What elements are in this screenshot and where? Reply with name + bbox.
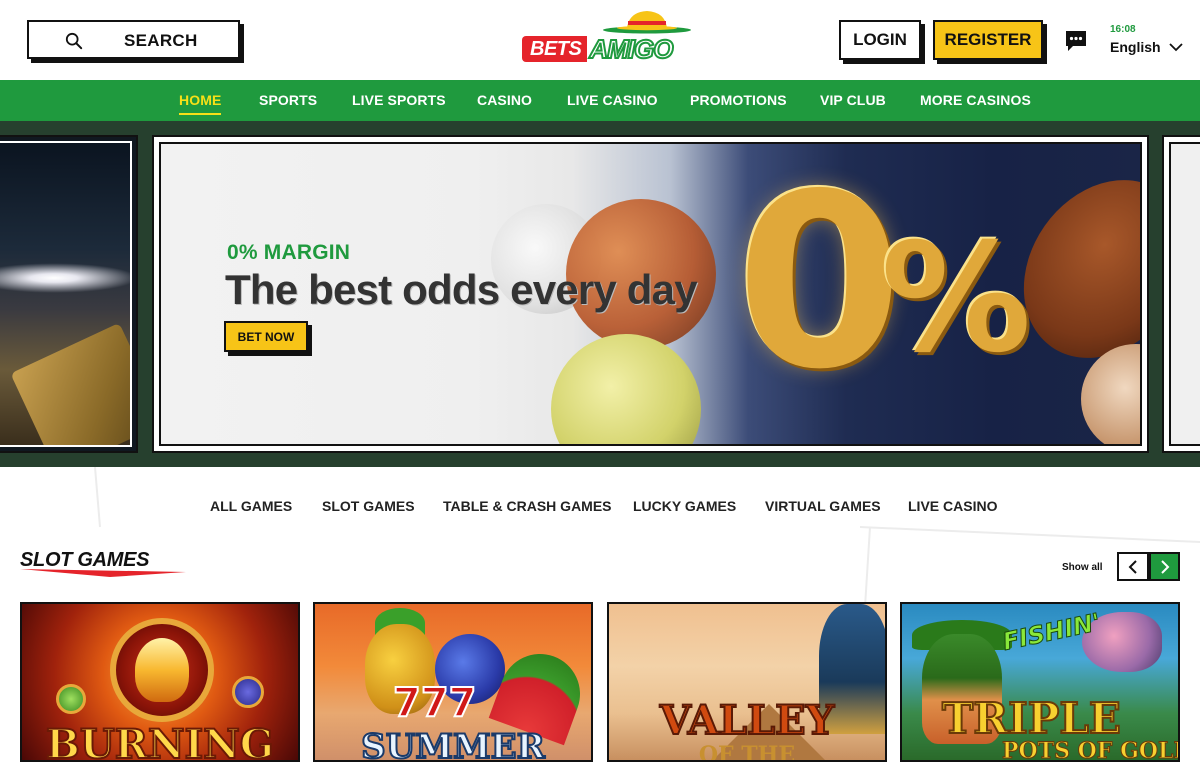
percent-graphic: % [881,212,1032,386]
next-slide-image [1169,142,1200,446]
logo-amigo: AMIGO [588,34,674,64]
login-button[interactable]: LOGIN [839,20,921,60]
stadium-image [0,141,132,447]
bet-now-button[interactable]: BET NOW [224,321,308,352]
clock-time: 16:08 [1110,24,1136,35]
nav-item-sports[interactable]: SPORTS [259,92,317,108]
game-card-valley[interactable]: VALLEY OF THE [607,602,887,762]
site-header: SEARCH BETS AMIGO LOGIN REGISTER 16:08 E… [0,0,1200,80]
nav-item-home[interactable]: HOME [179,92,222,115]
nav-item-vip-club[interactable]: VIP CLUB [820,92,886,108]
register-button[interactable]: REGISTER [933,20,1043,60]
sevens-badge: 777 [392,679,477,727]
language-selector[interactable]: English [1110,39,1183,55]
search-label: SEARCH [124,31,198,50]
blue-gem-image [232,676,264,708]
game-subtitle: POTS OF GOLD [1002,738,1180,762]
chevron-left-icon [1128,559,1137,574]
tab-all-games[interactable]: ALL GAMES [210,498,292,514]
flame-icon [135,638,189,702]
golden-ticket-image [10,322,130,445]
promo-kicker: 0% MARGIN [227,241,351,264]
carousel-prev-button[interactable] [1117,552,1149,581]
chevron-right-icon [1160,559,1169,574]
stadium-lights [0,263,130,293]
logo-bets: BETS [522,36,588,62]
tennis-ball-image [551,334,701,444]
nav-item-live-casino[interactable]: LIVE CASINO [567,92,658,108]
tab-table-crash-games[interactable]: TABLE & CRASH GAMES [443,498,612,514]
game-title: TRIPLE [941,694,1122,743]
game-card-summer[interactable]: 777 SUMMER [313,602,593,762]
game-subtitle: OF THE [698,742,796,762]
hero-carousel: 0 % 0% MARGIN The best odds every day BE… [0,121,1200,467]
promo-headline: The best odds every day [225,266,698,313]
tab-virtual-games[interactable]: VIRTUAL GAMES [765,498,881,514]
chat-icon[interactable] [1064,29,1088,53]
chevron-down-icon [1168,43,1183,52]
game-title: VALLEY [659,697,835,745]
game-category-tabs: ALL GAMES SLOT GAMES TABLE & CRASH GAMES… [0,467,1200,547]
site-logo[interactable]: BETS AMIGO [522,8,692,64]
zero-graphic: 0 [736,142,903,422]
game-card-burning[interactable]: BURNING [20,602,300,762]
baseball-image [1081,344,1140,444]
promo-banner: 0 % 0% MARGIN The best odds every day BE… [159,142,1142,446]
game-card-fishin-triple[interactable]: FISHIN' TRIPLE POTS OF GOLD [900,602,1180,762]
carousel-slide-prev[interactable] [0,135,138,453]
sombrero-icon [603,11,691,34]
logo-wordmark: BETS AMIGO [522,34,674,64]
nav-item-more-casinos[interactable]: MORE CASINOS [920,92,1031,108]
nav-item-promotions[interactable]: PROMOTIONS [690,92,787,108]
tab-slot-games[interactable]: SLOT GAMES [322,498,415,514]
carousel-slide-next[interactable] [1162,135,1200,453]
search-icon [65,32,83,50]
tab-lucky-games[interactable]: LUCKY GAMES [633,498,736,514]
show-all-link[interactable]: Show all [1062,562,1103,573]
game-title: BURNING [45,721,275,762]
title-underline [20,569,186,577]
carousel-slide-active[interactable]: 0 % 0% MARGIN The best odds every day BE… [152,135,1149,453]
language-label: English [1110,39,1161,55]
tab-live-casino[interactable]: LIVE CASINO [908,498,997,514]
green-gem-image [56,684,86,714]
nav-item-live-sports[interactable]: LIVE SPORTS [352,92,446,108]
main-nav: HOME SPORTS LIVE SPORTS CASINO LIVE CASI… [0,80,1200,121]
carousel-next-button[interactable] [1149,552,1180,581]
search-button[interactable]: SEARCH [27,20,240,59]
game-title: SUMMER [360,726,546,762]
nav-item-casino[interactable]: CASINO [477,92,532,108]
